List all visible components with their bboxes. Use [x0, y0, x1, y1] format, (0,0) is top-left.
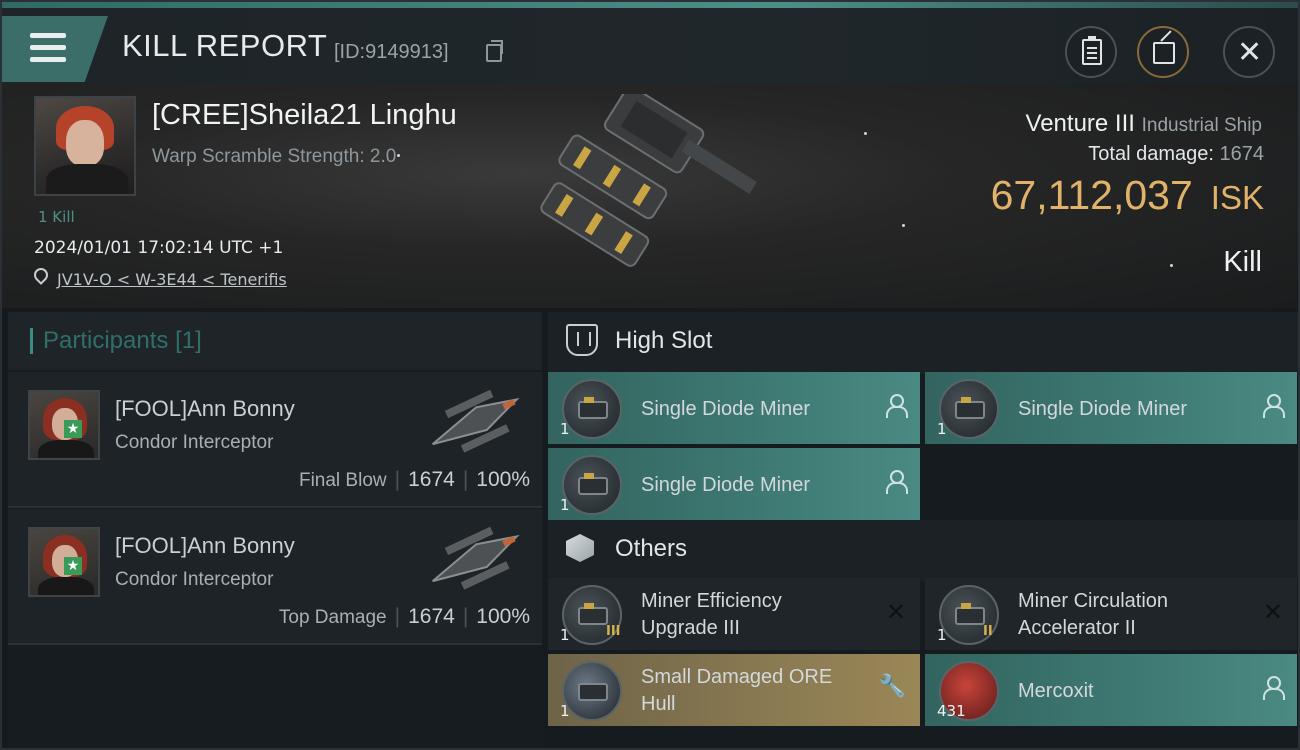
clipboard-button[interactable]	[1065, 26, 1117, 78]
module-thumbnail	[562, 379, 622, 439]
fleet-star-icon: ★	[64, 557, 82, 575]
fitting-item[interactable]: 431 Mercoxit	[925, 654, 1297, 726]
participant-row[interactable]: ★ [FOOL]Ann Bonny Condor Interceptor Fin…	[8, 372, 542, 508]
close-button[interactable]: ✕	[1223, 26, 1275, 78]
total-damage-value: 1674	[1219, 143, 1265, 165]
participant-percent: 100%	[476, 468, 530, 491]
person-icon	[886, 470, 908, 494]
section-marker	[30, 328, 33, 354]
participant-percent: 100%	[476, 605, 530, 628]
item-quantity: 1	[937, 626, 947, 644]
item-tier: III	[606, 624, 621, 639]
victim-ship-name[interactable]: Venture III Industrial Ship	[1026, 110, 1262, 138]
item-name: Small Damaged ORE Hull	[641, 666, 833, 715]
background-star	[902, 224, 905, 227]
fleet-star-icon: ★	[64, 420, 82, 438]
isk-value: 67,112,037 ISK	[991, 172, 1264, 219]
victim-name[interactable]: [CREE]Sheila21 Linghu	[152, 99, 457, 132]
background-star	[1170, 264, 1173, 267]
page-title: KILL REPORT	[122, 28, 328, 63]
participant-name: [FOOL]Ann Bonny	[115, 533, 295, 558]
participant-damage: 1674	[408, 468, 455, 491]
item-quantity: 1	[560, 702, 570, 720]
participant-damage: 1674	[408, 605, 455, 628]
participant-ship-image	[432, 526, 520, 590]
participant-ship: Condor Interceptor	[115, 569, 274, 590]
high-slot-icon	[566, 324, 598, 356]
kill-id: [ID:9149913]	[334, 41, 449, 63]
item-name: Single Diode Miner	[641, 398, 810, 420]
isk-unit: ISK	[1210, 179, 1264, 216]
participant-stats: Top Damage | 1674 | 100%	[278, 605, 530, 628]
item-quantity: 1	[560, 626, 570, 644]
others-header: Others	[548, 520, 1298, 582]
module-thumbnail	[939, 379, 999, 439]
others-label: Others	[615, 535, 688, 562]
warp-scramble-strength: Warp Scramble Strength: 2.0	[152, 146, 397, 167]
participant-row[interactable]: ★ [FOOL]Ann Bonny Condor Interceptor Top…	[8, 509, 542, 645]
participants-title: Participants [1]	[43, 327, 202, 354]
participant-ship: Condor Interceptor	[115, 432, 274, 453]
high-slot-label: High Slot	[615, 327, 713, 354]
x-icon: ✕	[1262, 598, 1283, 626]
module-thumbnail	[562, 455, 622, 515]
person-icon	[886, 394, 908, 418]
participant-role: Final Blow	[298, 470, 387, 491]
item-name: Mercoxit	[1018, 680, 1094, 702]
kill-count: 1 Kill	[38, 208, 75, 226]
ship-class: Industrial Ship	[1141, 115, 1262, 136]
fitting-item[interactable]: 1 Single Diode Miner	[548, 448, 920, 520]
participant-role: Top Damage	[278, 607, 387, 628]
copy-icon[interactable]	[486, 40, 503, 62]
x-icon: ✕	[885, 598, 906, 626]
header-bar: KILL REPORT [ID:9149913] ✕	[2, 8, 1298, 84]
menu-button[interactable]	[2, 16, 108, 82]
kill-datetime: 2024/01/01 17:02:14 UTC +1	[34, 238, 284, 258]
participant-ship-image	[432, 389, 520, 453]
kill-result: Kill	[1223, 246, 1262, 278]
share-button[interactable]	[1137, 26, 1189, 78]
victim-ship-image	[540, 94, 757, 267]
kill-report-window: KILL REPORT [ID:9149913] ✕ [CREE]Sheila2…	[0, 0, 1300, 750]
item-quantity: 431	[937, 702, 966, 720]
kill-location-link[interactable]: JV1V-O < W-3E44 < Tenerifis	[57, 270, 287, 289]
person-icon	[1263, 676, 1285, 700]
item-quantity: 1	[560, 420, 570, 438]
fitting-item[interactable]: 1 Single Diode Miner	[925, 372, 1297, 444]
participants-count: [1]	[175, 327, 202, 354]
fitting-item[interactable]: 1 Small Damaged ORE Hull 🔧	[548, 654, 920, 726]
participant-name: [FOOL]Ann Bonny	[115, 396, 295, 421]
item-name: Miner Circulation Accelerator II	[1018, 590, 1169, 639]
fitting-item[interactable]: 1 Single Diode Miner	[548, 372, 920, 444]
item-tier: II	[983, 624, 993, 639]
person-icon	[1263, 394, 1285, 418]
high-slot-header: High Slot	[548, 312, 1298, 374]
item-name: Single Diode Miner	[1018, 398, 1187, 420]
item-quantity: 1	[937, 420, 947, 438]
fitting-item[interactable]: 1 II Miner Circulation Accelerator II ✕	[925, 578, 1297, 650]
hull-thumbnail	[562, 661, 622, 721]
background-star	[864, 132, 867, 135]
cargo-box-icon	[566, 534, 594, 562]
participant-stats: Final Blow | 1674 | 100%	[298, 468, 530, 491]
victim-avatar[interactable]	[34, 96, 136, 196]
item-name: Single Diode Miner	[641, 474, 810, 496]
total-damage: Total damage: 1674	[1088, 143, 1264, 166]
item-name: Miner Efficiency Upgrade III	[641, 590, 782, 639]
share-icon	[1153, 42, 1175, 64]
wrench-icon: 🔧	[878, 674, 906, 699]
close-icon: ✕	[1237, 35, 1263, 70]
fitting-item[interactable]: 1 III Miner Efficiency Upgrade III ✕	[548, 578, 920, 650]
clipboard-icon	[1082, 36, 1102, 65]
participants-header: Participants [1]	[8, 312, 542, 370]
background-star	[397, 154, 400, 157]
total-damage-label: Total damage:	[1088, 143, 1214, 165]
item-quantity: 1	[560, 496, 570, 514]
isk-amount: 67,112,037	[990, 172, 1193, 218]
ship-type-name: Venture III	[1025, 110, 1135, 137]
